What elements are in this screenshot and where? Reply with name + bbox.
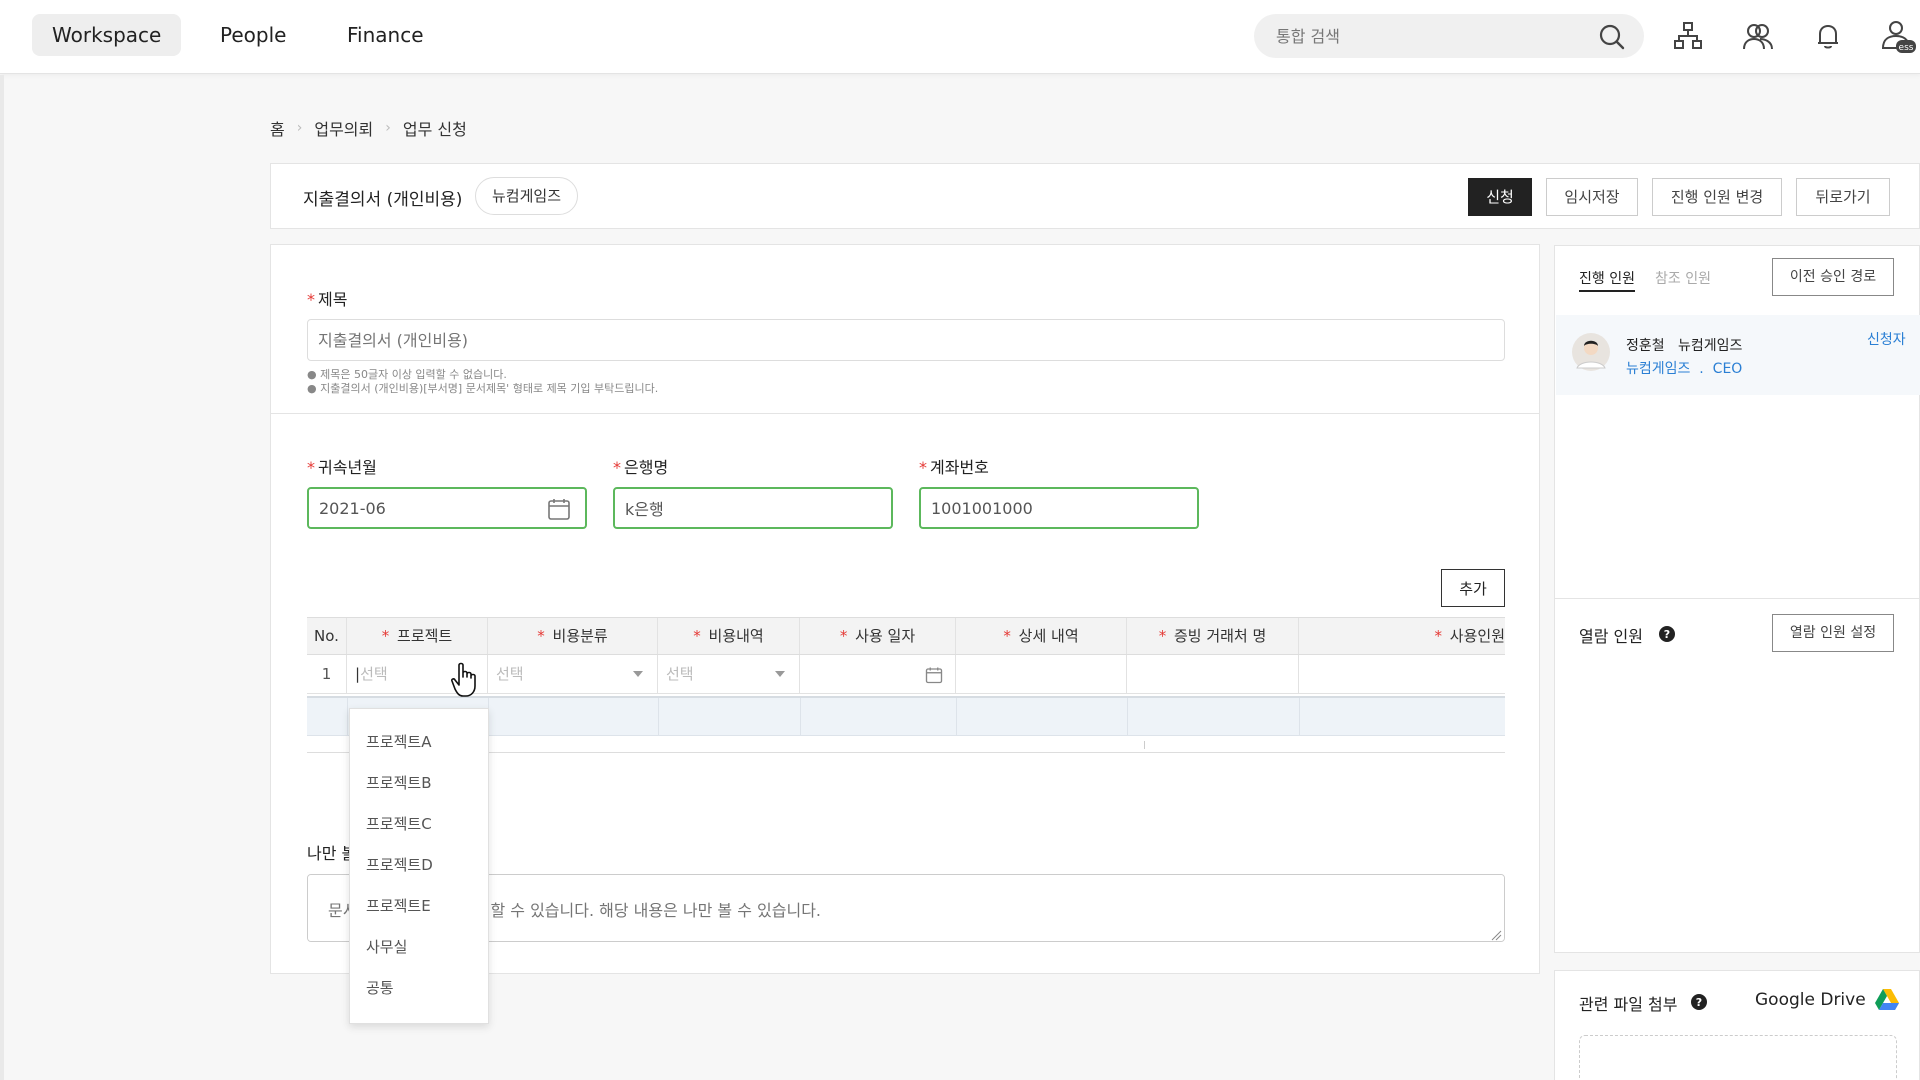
search-icon[interactable] (1598, 23, 1626, 51)
nav-tab-workspace[interactable]: Workspace (32, 14, 182, 56)
approver-name: 정훈철 뉴컴게임즈 (1626, 338, 1743, 354)
column-header-users: * 사용인원 (1434, 627, 1505, 645)
dropdown-option[interactable]: 프로젝트A (366, 731, 431, 752)
breadcrumb-request[interactable]: 업무의뢰 (314, 116, 373, 140)
detail-type-select[interactable]: 선택 (658, 655, 800, 693)
dropdown-option[interactable]: 프로젝트E (366, 895, 431, 916)
viewer-title: 열람 인원 (1579, 627, 1643, 646)
help-icon[interactable]: ? (1691, 994, 1707, 1010)
account-input[interactable] (919, 487, 1199, 529)
dropdown-option[interactable]: 사무실 (366, 936, 407, 957)
global-search (1254, 14, 1644, 58)
column-header-category: * 비용분류 (488, 618, 658, 654)
approver-role-badge: 신청자 (1867, 332, 1906, 348)
org-chart-icon[interactable] (1672, 20, 1704, 52)
vendor-cell[interactable] (1127, 655, 1299, 693)
calendar-icon[interactable] (925, 666, 943, 684)
column-header-date: * 사용 일자 (800, 618, 956, 654)
tab-references[interactable]: 참조 인원 (1655, 268, 1711, 288)
bell-icon[interactable] (1812, 20, 1844, 52)
calendar-icon[interactable] (547, 497, 571, 521)
nav-tab-finance[interactable]: Finance (327, 14, 444, 56)
title-hint-2: ● 지출결의서 (개인비용)[부서명] 문서제목' 형태로 제목 기입 부탁드립… (307, 382, 659, 395)
period-label: * 귀속년월 (307, 458, 377, 477)
nav-tab-people[interactable]: People (200, 14, 306, 56)
account-label: * 계좌번호 (919, 458, 989, 477)
breadcrumb-home[interactable]: 홈 (270, 116, 285, 140)
table-row: 1 |선택 선택 선택 (307, 655, 1505, 694)
file-drop-zone[interactable] (1579, 1035, 1897, 1080)
column-header-project: * 프로젝트 (347, 618, 488, 654)
save-draft-button[interactable]: 임시저장 (1546, 178, 1638, 216)
submit-button[interactable]: 신청 (1468, 178, 1532, 216)
title-hint-1: ● 제목은 50글자 이상 입력할 수 없습니다. (307, 368, 507, 381)
user-profile-icon[interactable]: ess (1880, 18, 1916, 54)
breadcrumb: 홈 › 업무의뢰 › 업무 신청 (270, 116, 467, 140)
users-cell[interactable] (1299, 655, 1505, 693)
bank-input[interactable] (613, 487, 893, 529)
chevron-right-icon: › (296, 120, 303, 136)
column-header-description: * 상세 내역 (956, 618, 1127, 654)
dropdown-option[interactable]: 공통 (366, 977, 394, 998)
section-divider (271, 413, 1539, 414)
top-nav-bar: Workspace People Finance ess (0, 0, 1920, 74)
svg-text:?: ? (1664, 628, 1670, 641)
column-header-vendor: * 증빙 거래처 명 (1127, 618, 1299, 654)
title-label: * 제목 (307, 290, 348, 309)
people-icon[interactable] (1742, 20, 1774, 52)
google-drive-link[interactable]: Google Drive (1755, 990, 1866, 1010)
row-number: 1 (307, 655, 347, 693)
dropdown-option[interactable]: 프로젝트D (366, 854, 433, 875)
breadcrumb-current: 업무 신청 (402, 120, 467, 139)
company-chip: 뉴컴게임즈 (475, 177, 579, 215)
bank-label: * 은행명 (613, 458, 669, 477)
svg-text:?: ? (1696, 996, 1702, 1009)
file-attach-title: 관련 파일 첨부 (1579, 995, 1678, 1014)
add-row-button[interactable]: 추가 (1441, 569, 1505, 607)
google-drive-icon[interactable] (1875, 989, 1899, 1011)
back-button[interactable]: 뒤로가기 (1796, 178, 1890, 216)
help-icon[interactable]: ? (1659, 626, 1675, 642)
description-cell[interactable] (956, 655, 1127, 693)
tab-approvers[interactable]: 진행 인원 (1579, 268, 1635, 292)
dropdown-option[interactable]: 프로젝트C (366, 813, 432, 834)
document-title: 지출결의서 (개인비용) (303, 190, 463, 210)
date-cell[interactable] (800, 655, 956, 693)
previous-route-button[interactable]: 이전 승인 경로 (1772, 258, 1894, 296)
expense-table-header: No. * 프로젝트 * 비용분류 * 비용내역 * 사용 일자 * 상세 내역… (307, 617, 1505, 655)
approver-dept: 뉴컴게임즈 . CEO (1626, 361, 1743, 377)
chevron-right-icon: › (385, 120, 391, 136)
approver-item: 정훈철 뉴컴게임즈 뉴컴게임즈 . CEO 신청자 (1556, 315, 1920, 395)
chevron-down-icon (633, 671, 643, 677)
project-dropdown: 프로젝트A 프로젝트B 프로젝트C 프로젝트D 프로젝트E 사무실 공통 (349, 708, 489, 1024)
panel-divider (1555, 598, 1919, 599)
category-select[interactable]: 선택 (488, 655, 658, 693)
resize-handle-icon[interactable] (1490, 929, 1502, 941)
column-header-no: No. (307, 618, 347, 654)
svg-text:ess: ess (1899, 43, 1914, 53)
approver-panel: 진행 인원 참조 인원 이전 승인 경로 정훈철 뉴컴게임즈 뉴컴게임즈 . C… (1554, 245, 1920, 953)
period-input[interactable] (307, 487, 587, 529)
column-header-detail-type: * 비용내역 (658, 618, 800, 654)
viewer-settings-button[interactable]: 열람 인원 설정 (1772, 614, 1894, 652)
search-input[interactable] (1276, 14, 1596, 58)
title-input[interactable] (307, 319, 1505, 361)
change-approvers-button[interactable]: 진행 인원 변경 (1652, 178, 1782, 216)
hand-cursor-icon (451, 662, 476, 697)
document-header: 지출결의서 (개인비용) 뉴컴게임즈 신청 임시저장 진행 인원 변경 뒤로가기 (270, 163, 1920, 229)
file-attach-panel: 관련 파일 첨부 ? Google Drive (1554, 970, 1920, 1080)
chevron-down-icon (775, 671, 785, 677)
avatar (1572, 333, 1610, 371)
left-edge (0, 75, 4, 1080)
dropdown-option[interactable]: 프로젝트B (366, 772, 432, 793)
